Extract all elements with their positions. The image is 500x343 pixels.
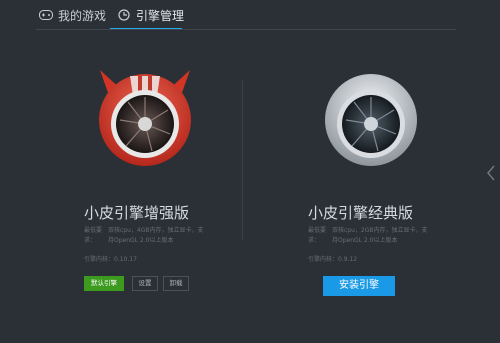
engine-name: 小皮引擎增强版 bbox=[84, 204, 190, 222]
engine-requirements: 最低要求： 双核cpu，4GB内存，独立显卡，支持OpenGL 2.0以上版本 bbox=[84, 226, 206, 246]
red-jet-engine-icon bbox=[90, 62, 200, 172]
install-engine-button[interactable]: 安装引擎 bbox=[323, 276, 395, 296]
tab-engine-management[interactable]: 引擎管理 bbox=[116, 6, 184, 24]
top-tabs: 我的游戏 引擎管理 bbox=[0, 0, 500, 30]
requirements-label: 最低要求： bbox=[308, 227, 327, 244]
tab-my-games-label: 我的游戏 bbox=[58, 8, 107, 23]
requirements-text: 双核cpu，4GB内存，独立显卡，支持OpenGL 2.0以上版本 bbox=[108, 227, 204, 244]
engine-version: 引擎内核：0.10.17 bbox=[84, 256, 137, 263]
gamepad-icon bbox=[38, 8, 54, 22]
silver-jet-engine-icon bbox=[316, 62, 426, 172]
tabs-divider bbox=[36, 29, 456, 30]
chevron-left-icon[interactable] bbox=[486, 164, 496, 182]
engine-version: 引擎内核：0.9.12 bbox=[308, 256, 358, 263]
settings-button[interactable]: 设置 bbox=[132, 276, 158, 291]
uninstall-button[interactable]: 卸载 bbox=[163, 276, 189, 291]
default-engine-badge[interactable]: 默认引擎 bbox=[84, 276, 124, 291]
tab-my-games[interactable]: 我的游戏 bbox=[38, 6, 106, 24]
requirements-label: 最低要求： bbox=[84, 227, 103, 244]
engines-divider bbox=[242, 80, 243, 240]
requirements-text: 双核cpu，2GB内存，独立显卡，支持OpenGL 2.0以上版本 bbox=[332, 227, 428, 244]
engine-name: 小皮引擎经典版 bbox=[308, 204, 414, 222]
engine-requirements: 最低要求： 双核cpu，2GB内存，独立显卡，支持OpenGL 2.0以上版本 bbox=[308, 226, 430, 246]
tab-engine-management-label: 引擎管理 bbox=[136, 8, 185, 23]
engine-icon bbox=[116, 8, 132, 22]
